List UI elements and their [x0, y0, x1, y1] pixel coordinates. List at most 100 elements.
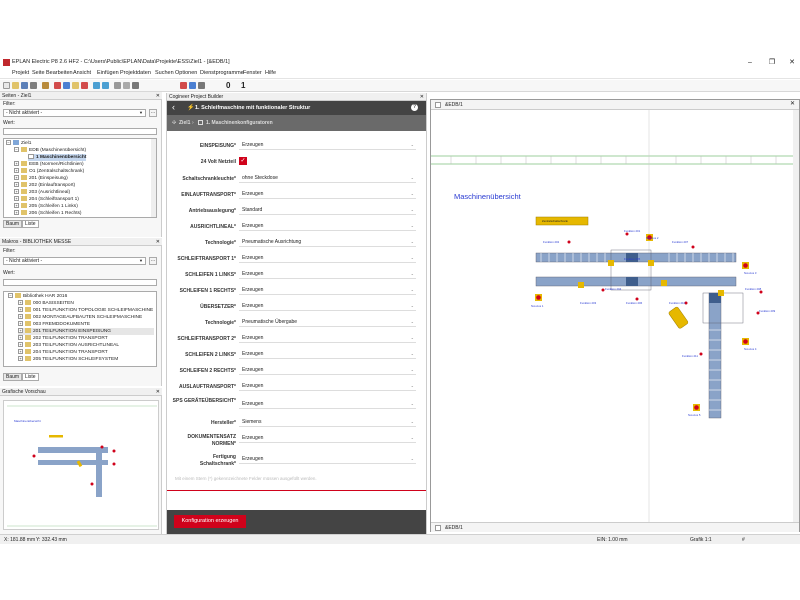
tree-item[interactable]: +202 (Einlauftransport) [14, 182, 75, 189]
zoom-icon[interactable] [114, 82, 121, 89]
snap-icon[interactable] [132, 82, 139, 89]
tree-item-selected[interactable]: 1 Maschinenübersicht [28, 154, 87, 161]
tree-item[interactable]: +000 BASISSEITEN [18, 300, 74, 307]
tree-item[interactable]: +203 TEILFUNKTION AUSRICHTLINEAL [18, 342, 119, 349]
tab-baum[interactable]: Baum [3, 373, 23, 381]
pages-filter-select[interactable]: - Nicht aktiviert - ▼ [3, 109, 146, 117]
minimize-button[interactable]: – [740, 58, 760, 68]
ausrichtlineal-select[interactable]: Erzeugen ⌄ [239, 221, 416, 231]
close-icon[interactable]: ✕ [156, 238, 160, 246]
menu-fenster[interactable]: Fenster [243, 70, 262, 76]
menu-seite[interactable]: Seite [32, 70, 45, 76]
tree-item[interactable]: +205 (Schleifen 1 Links) [14, 203, 78, 210]
menu-bar: Projekt Seite Bearbeiten Ansicht Einfüge… [0, 68, 800, 79]
technologie-select[interactable]: Pneumatische Ausrichtung ⌄ [239, 237, 416, 247]
undo-icon[interactable] [93, 82, 100, 89]
tree-item[interactable]: +003 FREMDDOKUMENTE [18, 321, 90, 328]
einlauftransport-select[interactable]: Erzeugen ⌄ [239, 189, 416, 199]
tab-liste[interactable]: Liste [22, 373, 39, 381]
tab-liste[interactable]: Liste [22, 220, 39, 228]
menu-optionen[interactable]: Optionen [175, 70, 197, 76]
vertical-scrollbar[interactable] [793, 110, 799, 522]
menu-einfuegen[interactable]: Einfügen [97, 70, 119, 76]
close-icon[interactable]: ✕ [420, 93, 424, 101]
canvas-bottom-tab[interactable]: &EDB/1 [445, 525, 463, 531]
close-icon[interactable]: ✕ [156, 388, 160, 396]
cut-icon[interactable] [54, 82, 61, 89]
tree-item[interactable]: +205 TEILFUNKTION SCHLEIFSYSTEM [18, 356, 118, 363]
print-icon[interactable] [30, 82, 37, 89]
copy-icon[interactable] [63, 82, 70, 89]
properties-icon[interactable] [42, 82, 49, 89]
tree-item[interactable]: +206 (Schleifen 1 Rechts) [14, 210, 82, 217]
open-icon[interactable] [12, 82, 19, 89]
pages-tree-scrollbar[interactable] [151, 139, 156, 217]
sps-select[interactable]: Erzeugen ⌄ [239, 399, 416, 409]
save-icon[interactable] [21, 82, 28, 89]
einspeisung-select[interactable]: Erzeugen ⌄ [239, 140, 416, 150]
tree-item[interactable]: +201 (Einspeisung) [14, 175, 68, 182]
schleifen2-rechts-select[interactable]: Erzeugen ⌄ [239, 365, 416, 375]
device-icon[interactable] [189, 82, 196, 89]
menu-ansicht[interactable]: Ansicht [73, 70, 91, 76]
insert-symbol-icon[interactable] [180, 82, 187, 89]
macros-value-input[interactable] [3, 279, 157, 286]
pages-filter-more-button[interactable]: … [149, 109, 157, 117]
menu-projektdaten[interactable]: Projektdaten [120, 70, 151, 76]
toolbar: 0 1 [0, 80, 800, 92]
uebersetzer-select[interactable]: Erzeugen ⌄ [239, 301, 416, 311]
redo-icon[interactable] [102, 82, 109, 89]
macros-filter-select[interactable]: - Nicht aktiviert - ▼ [3, 257, 146, 265]
tree-item[interactable]: + O1 (Zentralschaltschrank) [14, 168, 84, 175]
tree-item[interactable]: − EDB (Maschinenübersicht) [14, 147, 86, 154]
close-button[interactable]: ✕ [782, 58, 800, 68]
menu-projekt[interactable]: Projekt [12, 70, 29, 76]
tree-item[interactable]: +001 TEILFUNKTION TOPOLOGIE SCHLEIFMASCH… [18, 307, 153, 314]
macros-tree[interactable]: − Bibliothek HAR 2016 +000 BASISSEITEN +0… [3, 291, 157, 367]
close-icon[interactable]: ✕ [790, 100, 795, 107]
help-button[interactable]: ? [411, 104, 418, 111]
tree-item[interactable]: +204 TEILFUNKTION TRANSPORT [18, 349, 108, 356]
antriebsauslegung-select[interactable]: Standard ⌄ [239, 205, 416, 215]
schleifen2-links-select[interactable]: Erzeugen ⌄ [239, 349, 416, 359]
technologie-uebergabe-select[interactable]: Pneumatische Übergabe ⌄ [239, 317, 416, 327]
menu-dienstprogramme[interactable]: Dienstprogramme [200, 70, 244, 76]
dokumentensatz-select[interactable]: Erzeugen ⌄ [239, 433, 416, 443]
new-icon[interactable] [3, 82, 10, 89]
back-button[interactable]: ‹ [172, 102, 175, 112]
tree-item[interactable]: − Ziel1 [6, 140, 31, 147]
tree-item[interactable]: +002 MONTAGEAUFBAUTEN SCHLEIFMASCHINE [18, 314, 142, 321]
auslauftransport-select[interactable]: Erzeugen ⌄ [239, 381, 416, 391]
tree-item[interactable]: +202 TEILFUNKTION TRANSPORT [18, 335, 108, 342]
tree-item-highlighted[interactable]: +201 TEILFUNKTION EINSPEISUNG [18, 328, 154, 335]
tab-baum[interactable]: Baum [3, 220, 23, 228]
grid-icon[interactable] [123, 82, 130, 89]
tree-item-label: 206 (Schleifen 1 Rechts) [29, 211, 82, 216]
hersteller-select[interactable]: Siemens ⌄ [239, 417, 416, 427]
schleifen1-links-select[interactable]: Erzeugen ⌄ [239, 269, 416, 279]
pages-tree[interactable]: − Ziel1 − EDB (Maschinenübersicht) 1 Masch… [3, 138, 157, 218]
fertigung-select[interactable]: Erzeugen ⌄ [239, 454, 416, 464]
schaltschrankleuchte-select[interactable]: ohne Steckdose ⌄ [239, 173, 416, 183]
paste-icon[interactable] [72, 82, 79, 89]
canvas-tab-title[interactable]: &EDB/1 [445, 102, 463, 108]
pages-value-input[interactable] [3, 128, 157, 135]
schleiftransport2-select[interactable]: Erzeugen ⌄ [239, 333, 416, 343]
menu-suchen[interactable]: Suchen [155, 70, 174, 76]
tree-item[interactable]: + EEB (Normen/Richtlinien) [14, 161, 84, 168]
breadcrumb-root[interactable]: Ziel1 [179, 120, 190, 126]
close-icon[interactable]: ✕ [156, 92, 160, 100]
macros-filter-more-button[interactable]: … [149, 257, 157, 265]
maximize-button[interactable]: ❐ [762, 58, 782, 68]
connection-icon[interactable] [198, 82, 205, 89]
menu-bearbeiten[interactable]: Bearbeiten [46, 70, 73, 76]
tree-item[interactable]: +204 (Schleiftransport 1) [14, 196, 79, 203]
tree-item[interactable]: +203 (Ausrichtlineal) [14, 189, 70, 196]
menu-hilfe[interactable]: Hilfe [265, 70, 276, 76]
schleiftransport1-select[interactable]: Erzeugen ⌄ [239, 253, 416, 263]
konfiguration-erzeugen-button[interactable]: Konfiguration erzeugen [174, 515, 246, 528]
delete-icon[interactable] [81, 82, 88, 89]
tree-item[interactable]: − Bibliothek HAR 2016 [8, 293, 67, 300]
schleifen1-rechts-select[interactable]: Erzeugen ⌄ [239, 285, 416, 295]
netzteil-checkbox[interactable]: ✓ [239, 157, 247, 165]
